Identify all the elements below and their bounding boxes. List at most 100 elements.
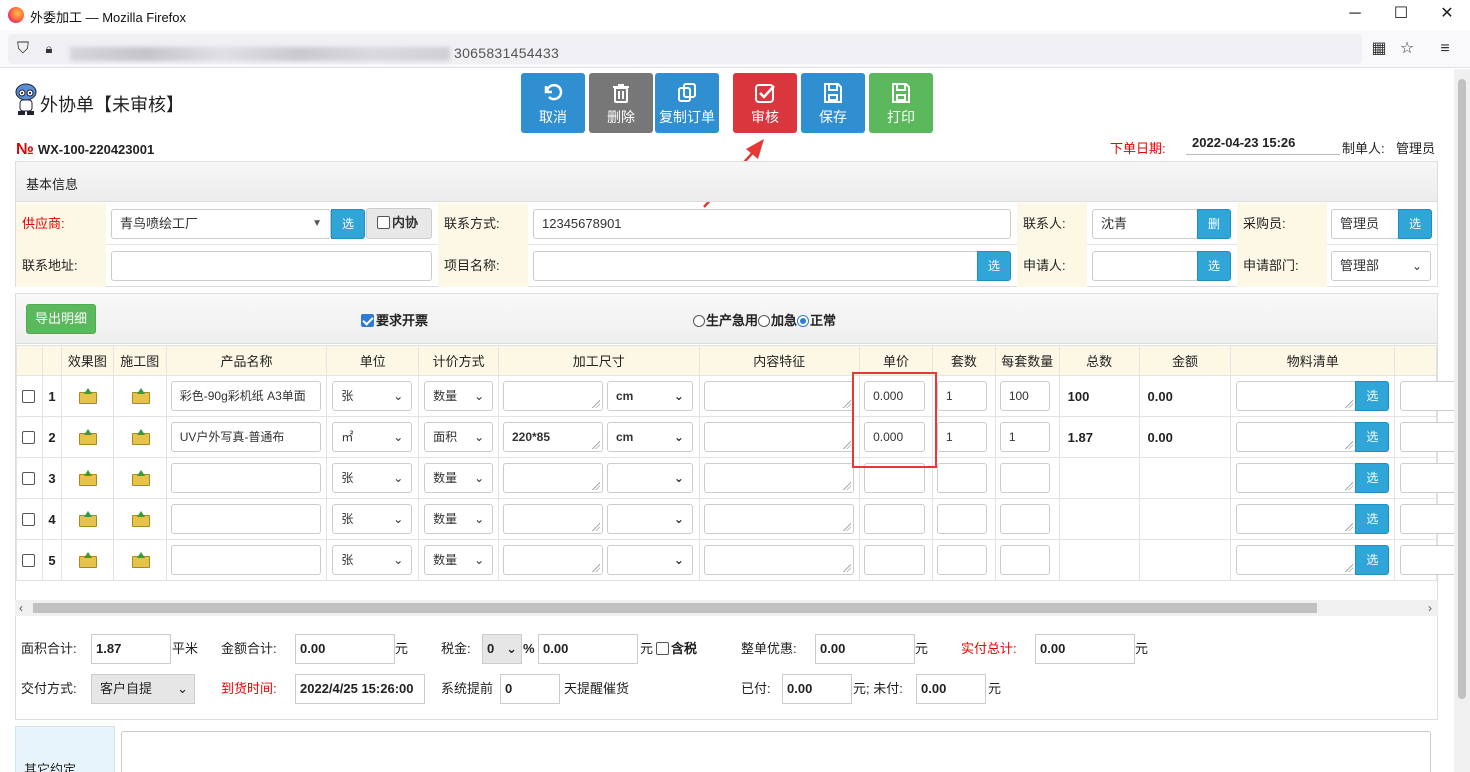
materials-input[interactable] (1236, 463, 1357, 493)
tax-amount-field[interactable]: 0.00 (538, 634, 638, 664)
row-checkbox[interactable] (21, 512, 35, 526)
scrollbar-thumb[interactable] (33, 603, 1317, 613)
per-set-input[interactable]: 1 (999, 422, 1050, 452)
save-button[interactable]: 保存 (801, 73, 865, 133)
construction-upload-cell[interactable] (112, 539, 167, 581)
pricing-select[interactable]: 面积 ⌄ (424, 422, 494, 452)
unit-price-input[interactable] (864, 545, 926, 575)
row-checkbox[interactable] (21, 430, 35, 444)
other-terms-textarea[interactable] (121, 731, 1431, 772)
resize-handle-icon[interactable] (591, 400, 600, 408)
resize-handle-icon[interactable] (1345, 523, 1354, 531)
resize-handle-icon[interactable] (1345, 564, 1354, 572)
horizontal-scrollbar[interactable]: ‹ › (15, 600, 1438, 616)
sets-input[interactable] (936, 504, 987, 534)
materials-input[interactable] (1236, 381, 1357, 411)
per-set-input[interactable] (999, 545, 1050, 575)
upload-folder-icon[interactable] (131, 387, 150, 404)
tax-included-checkbox[interactable] (656, 642, 669, 655)
effect-upload-cell[interactable] (60, 416, 114, 458)
size-input[interactable]: 220*85 (502, 422, 603, 452)
construction-upload-cell[interactable] (112, 498, 167, 540)
materials-input[interactable] (1236, 422, 1357, 452)
size-input[interactable] (502, 463, 603, 493)
per-set-input[interactable]: 100 (999, 381, 1050, 411)
product-name-input[interactable]: 彩色-90g彩机纸 A3单面 (170, 381, 321, 411)
materials-select-button[interactable]: 选 (1355, 545, 1390, 575)
pricing-select[interactable]: 数量 ⌄ (424, 381, 494, 411)
invoice-option[interactable]: 要求开票 (361, 310, 428, 329)
materials-select-button[interactable]: 选 (1355, 504, 1390, 534)
buyer-field[interactable]: 管理员 (1331, 209, 1399, 239)
radio-urgent-production[interactable] (693, 315, 705, 327)
product-name-input[interactable]: UV户外写真-普通布 (170, 422, 321, 452)
upload-folder-icon[interactable] (79, 469, 98, 486)
content-feature-input[interactable] (703, 463, 854, 493)
unpaid-field[interactable]: 0.00 (916, 674, 986, 704)
extra-input[interactable] (1400, 463, 1454, 493)
cancel-button[interactable]: 取消 (521, 73, 585, 133)
extra-input[interactable] (1400, 545, 1454, 575)
resize-handle-icon[interactable] (591, 441, 600, 449)
actual-total-field[interactable]: 0.00 (1035, 634, 1135, 664)
invoice-checkbox[interactable] (361, 314, 374, 327)
supplier-select[interactable]: 青鸟喷绘工厂 ▼ (111, 209, 331, 239)
pricing-select[interactable]: 数量 ⌄ (424, 545, 494, 575)
resize-handle-icon[interactable] (842, 482, 851, 490)
effect-upload-cell[interactable] (60, 457, 114, 499)
radio-normal[interactable] (797, 315, 810, 327)
delete-button[interactable]: 删除 (589, 73, 653, 133)
size-unit-select[interactable]: ⌄ (606, 463, 693, 493)
row-checkbox[interactable] (21, 389, 35, 403)
construction-upload-cell[interactable] (112, 457, 167, 499)
contact-person-field[interactable]: 沈青 (1092, 209, 1198, 239)
applicant-field[interactable] (1092, 251, 1198, 281)
paid-field[interactable]: 0.00 (782, 674, 852, 704)
resize-handle-icon[interactable] (591, 482, 600, 490)
construction-upload-cell[interactable] (112, 416, 167, 458)
size-unit-select[interactable]: ⌄ (606, 545, 693, 575)
maximize-icon[interactable]: ☐ (1378, 0, 1424, 30)
internal-toggle[interactable]: 内协 (366, 208, 432, 239)
dept-select[interactable]: 管理部 ⌄ (1331, 251, 1431, 281)
resize-handle-icon[interactable] (1345, 482, 1354, 490)
sets-input[interactable] (936, 545, 987, 575)
close-icon[interactable]: ✕ (1424, 0, 1470, 30)
upload-folder-icon[interactable] (79, 428, 98, 445)
resize-handle-icon[interactable] (1345, 441, 1354, 449)
upload-folder-icon[interactable] (131, 551, 150, 568)
copy-order-button[interactable]: 复制订单 (655, 73, 719, 133)
effect-upload-cell[interactable] (60, 498, 114, 540)
materials-select-button[interactable]: 选 (1355, 422, 1390, 452)
discount-field[interactable]: 0.00 (815, 634, 915, 664)
buyer-select-button[interactable]: 选 (1398, 209, 1432, 239)
amount-total-field[interactable]: 0.00 (295, 634, 395, 664)
upload-folder-icon[interactable] (131, 428, 150, 445)
vertical-scrollbar[interactable] (1454, 69, 1470, 772)
url-field[interactable]: ⛉ 🔒︎ 3065831454433 (8, 34, 1362, 64)
project-field[interactable] (533, 251, 979, 281)
unit-select[interactable]: 张 ⌄ (332, 381, 413, 411)
contact-method-field[interactable]: 12345678901 (533, 209, 1011, 239)
qr-code-icon[interactable]: ▦ (1368, 38, 1390, 60)
tax-included-option[interactable]: 含税 (656, 634, 697, 664)
content-feature-input[interactable] (703, 381, 854, 411)
extra-input[interactable] (1400, 381, 1454, 411)
size-input[interactable] (502, 381, 603, 411)
upload-folder-icon[interactable] (131, 469, 150, 486)
resize-handle-icon[interactable] (591, 564, 600, 572)
effect-upload-cell[interactable] (60, 539, 114, 581)
materials-input[interactable] (1236, 504, 1357, 534)
extra-input[interactable] (1400, 504, 1454, 534)
print-button[interactable]: 打印 (869, 73, 933, 133)
per-set-input[interactable] (999, 463, 1050, 493)
vertical-scrollbar-thumb[interactable] (1458, 79, 1466, 699)
minimize-icon[interactable]: ─ (1332, 0, 1378, 30)
delivery-select[interactable]: 客户自提 ⌄ (91, 674, 195, 704)
scroll-right-icon[interactable]: › (1428, 600, 1432, 616)
upload-folder-icon[interactable] (79, 387, 98, 404)
resize-handle-icon[interactable] (842, 400, 851, 408)
resize-handle-icon[interactable] (842, 523, 851, 531)
resize-handle-icon[interactable] (1345, 400, 1354, 408)
internal-checkbox[interactable] (377, 216, 390, 229)
